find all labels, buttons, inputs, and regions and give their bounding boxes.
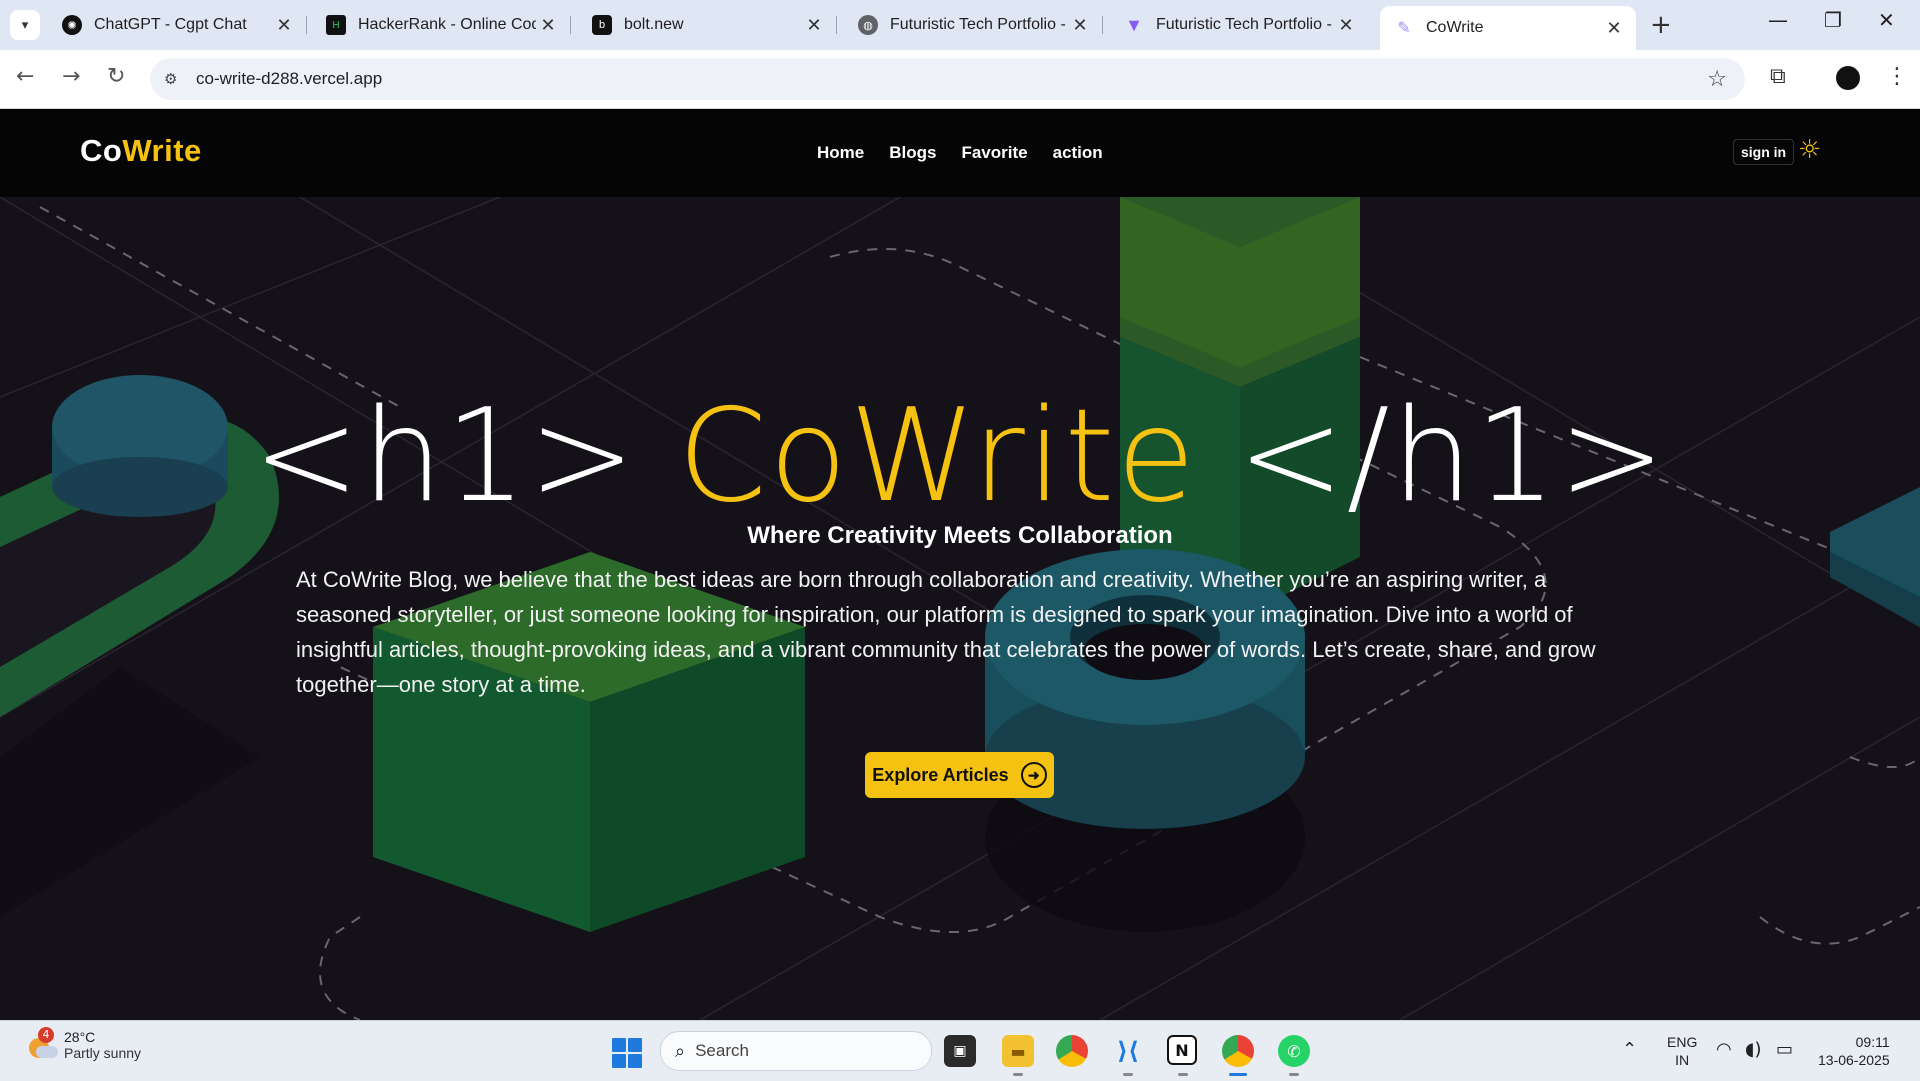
hackerrank-icon: H [326,15,346,35]
tab-title: ChatGPT - Cgpt Chat [94,16,247,33]
clock[interactable]: 09:11 13-06-2025 [1818,1033,1890,1069]
weather-widget[interactable]: 4 28°C Partly sunny [26,1027,142,1061]
explore-articles-button[interactable]: Explore Articles ➜ [865,752,1054,798]
running-indicator [1178,1073,1188,1076]
profile-avatar[interactable] [1836,66,1860,90]
volume-icon[interactable]: ◖) [1745,1039,1762,1060]
tab-title: Futuristic Tech Portfolio - S [1156,16,1334,33]
active-indicator [1229,1073,1247,1076]
menu-kebab-icon[interactable]: ⋮ [1886,64,1908,89]
sign-in-button[interactable]: sign in [1733,139,1795,165]
chrome-icon[interactable] [1056,1035,1088,1067]
notion-icon[interactable]: N [1167,1035,1197,1065]
weather-condition: Partly sunny [64,1045,142,1061]
file-explorer-icon[interactable]: ▬ [1002,1035,1034,1067]
running-indicator [1123,1073,1133,1076]
restore-icon[interactable]: ❐ [1824,8,1842,32]
vscode-icon[interactable]: ⟩⟨ [1112,1035,1144,1067]
clock-date: 13-06-2025 [1818,1052,1890,1068]
hero-subtitle: Where Creativity Meets Collaboration [747,522,1173,549]
close-icon[interactable]: ✕ [1602,18,1626,39]
theme-toggle-sun-icon[interactable]: ☼ [1798,135,1821,165]
task-view-icon[interactable]: ▣ [944,1035,976,1067]
nav-favorite-link[interactable]: Favorite [961,143,1027,163]
chevron-up-icon[interactable]: ⌃ [1622,1039,1637,1060]
hero-title: <h1> CoWrite </h1> [0,392,1920,522]
weather-temp: 28°C [64,1029,96,1045]
browser-toolbar: ← → ↻ ⚙ co-write-d288.vercel.app ☆ ⧉ ⋮ [0,50,1920,109]
hero-section: <h1> CoWrite </h1> Where Creativity Meets … [0,197,1920,1020]
search-placeholder: Search [695,1041,749,1060]
chevron-down-icon: ▾ [21,17,29,33]
battery-icon[interactable]: ▭ [1776,1039,1793,1060]
clock-time: 09:11 [1855,1034,1890,1050]
reload-icon[interactable]: ↻ [107,64,125,89]
browser-tab-strip: ▾ ✺ ChatGPT - Cgpt Chat ✕ H HackerRank -… [0,0,1920,50]
chatgpt-icon: ✺ [62,15,82,35]
site-info-icon[interactable]: ⚙ [164,70,186,88]
tab-title: bolt.new [624,16,684,33]
browser-tab[interactable]: ◍ Futuristic Tech Portfolio - S ✕ [844,6,1103,44]
nav-links: Home Blogs Favorite action [817,143,1103,163]
bookmark-star-icon[interactable]: ☆ [1707,67,1727,92]
feather-icon: ✎ [1397,20,1411,37]
v0-icon: ▼ [1125,14,1143,35]
hero-tag-close: </h1> [1237,382,1668,531]
hero-description: At CoWrite Blog, we believe that the bes… [296,567,1596,697]
close-icon[interactable]: ✕ [1334,15,1358,36]
browser-tab[interactable]: b bolt.new ✕ [578,6,837,44]
logo-text-co: Co [80,133,123,168]
running-indicator [1289,1073,1299,1076]
notification-badge: 4 [38,1027,54,1043]
tab-title: Futuristic Tech Portfolio - S [890,16,1068,33]
cta-label: Explore Articles [872,764,1009,785]
address-bar[interactable]: ⚙ co-write-d288.vercel.app ☆ [150,58,1745,100]
bolt-icon: b [592,15,612,35]
address-url[interactable]: co-write-d288.vercel.app [196,69,382,89]
windows-taskbar: 4 28°C Partly sunny ⌕ Search ▣ ▬ ⟩⟨ N ✆ … [0,1020,1920,1081]
windows-start-icon[interactable] [612,1038,642,1068]
logo-text-write: Write [122,133,202,168]
lang-region: IN [1675,1052,1690,1068]
close-icon[interactable]: ✕ [272,15,296,36]
lang-code: ENG [1667,1034,1698,1050]
whatsapp-icon[interactable]: ✆ [1278,1035,1310,1067]
tab-title: CoWrite [1426,19,1484,36]
back-arrow-icon[interactable]: ← [16,64,34,89]
window-close-icon[interactable]: ✕ [1878,8,1895,32]
extensions-icon[interactable]: ⧉ [1770,64,1786,89]
language-indicator[interactable]: ENG IN [1667,1033,1697,1069]
close-icon[interactable]: ✕ [536,15,560,36]
browser-tab-active[interactable]: ✎ CoWrite ✕ [1380,6,1636,50]
minimize-icon[interactable]: — [1768,8,1788,32]
forward-arrow-icon[interactable]: → [62,64,80,89]
hero-tag-open: <h1> [252,382,638,531]
site-logo[interactable]: CoWrite [80,133,202,169]
wifi-icon[interactable]: ◠ [1716,1039,1732,1060]
web-page: CoWrite Home Blogs Favorite action sign … [0,109,1920,1020]
globe-icon: ◍ [858,15,878,35]
browser-tab[interactable]: H HackerRank - Online Codin ✕ [312,6,571,44]
close-icon[interactable]: ✕ [1068,15,1092,36]
browser-tab[interactable]: ▼ Futuristic Tech Portfolio - S ✕ [1110,6,1368,44]
site-navbar: CoWrite Home Blogs Favorite action sign … [0,109,1920,197]
search-icon: ⌕ [675,1040,686,1061]
arrow-right-circle-icon: ➜ [1020,762,1047,788]
nav-home-link[interactable]: Home [817,143,864,163]
chrome-profile-icon[interactable] [1222,1035,1254,1067]
browser-tab[interactable]: ✺ ChatGPT - Cgpt Chat ✕ [48,6,307,44]
close-icon[interactable]: ✕ [802,15,826,36]
taskbar-search[interactable]: ⌕ Search [660,1031,932,1071]
running-indicator [1013,1073,1023,1076]
nav-action-link[interactable]: action [1053,143,1103,163]
tab-title: HackerRank - Online Codin [358,16,536,33]
nav-blogs-link[interactable]: Blogs [889,143,936,163]
partly-sunny-icon: 4 [26,1027,58,1060]
tab-search-button[interactable]: ▾ [10,10,40,40]
new-tab-plus-icon[interactable]: + [1650,10,1672,40]
hero-brand: CoWrite [677,382,1198,531]
